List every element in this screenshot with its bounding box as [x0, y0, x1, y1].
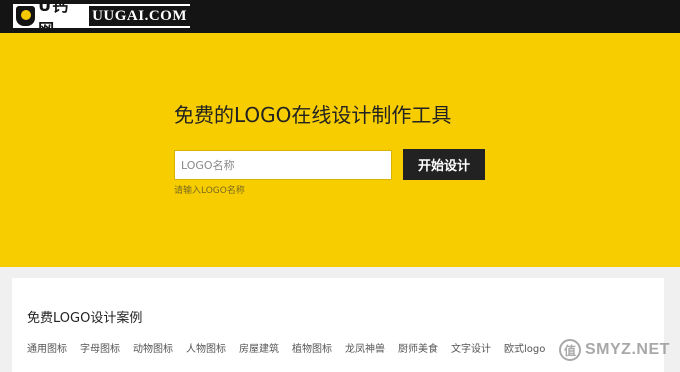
input-hint: 请输入LOGO名称 [174, 186, 245, 196]
category-link[interactable]: 动物图标 [133, 340, 173, 355]
uugai-logo-icon [16, 6, 36, 26]
hero-title: 免费的LOGO在线设计制作工具 [174, 103, 452, 127]
watermark-text: SMYZ.NET [585, 341, 670, 358]
category-link[interactable]: 龙凤神兽 [345, 340, 385, 355]
category-link[interactable]: 人物图标 [186, 340, 226, 355]
watermark-icon: 值 [559, 339, 581, 361]
category-link[interactable]: 文字设计 [451, 340, 491, 355]
logo-domain-text: UUGAI.COM [89, 6, 190, 26]
hero-section: 免费的LOGO在线设计制作工具 开始设计 请输入LOGO名称 [0, 33, 680, 267]
logo-name-input[interactable] [174, 150, 392, 180]
category-list: 通用图标 字母图标 动物图标 人物图标 房屋建筑 植物图标 龙凤神兽 厨师美食 … [27, 340, 558, 355]
category-link[interactable]: 房屋建筑 [239, 340, 279, 355]
category-link[interactable]: 欧式logo [504, 340, 545, 355]
cases-section-title: 免费LOGO设计案例 [27, 311, 143, 326]
category-link[interactable]: 字母图标 [80, 340, 120, 355]
site-logo[interactable]: U钙网 UUGAI.COM [13, 0, 190, 39]
start-design-button[interactable]: 开始设计 [403, 149, 485, 180]
watermark: 值 SMYZ.NET [559, 339, 670, 361]
category-link[interactable]: 通用图标 [27, 340, 67, 355]
category-link[interactable]: 厨师美食 [398, 340, 438, 355]
top-bar: U钙网 UUGAI.COM [0, 0, 680, 39]
category-link[interactable]: 植物图标 [292, 340, 332, 355]
